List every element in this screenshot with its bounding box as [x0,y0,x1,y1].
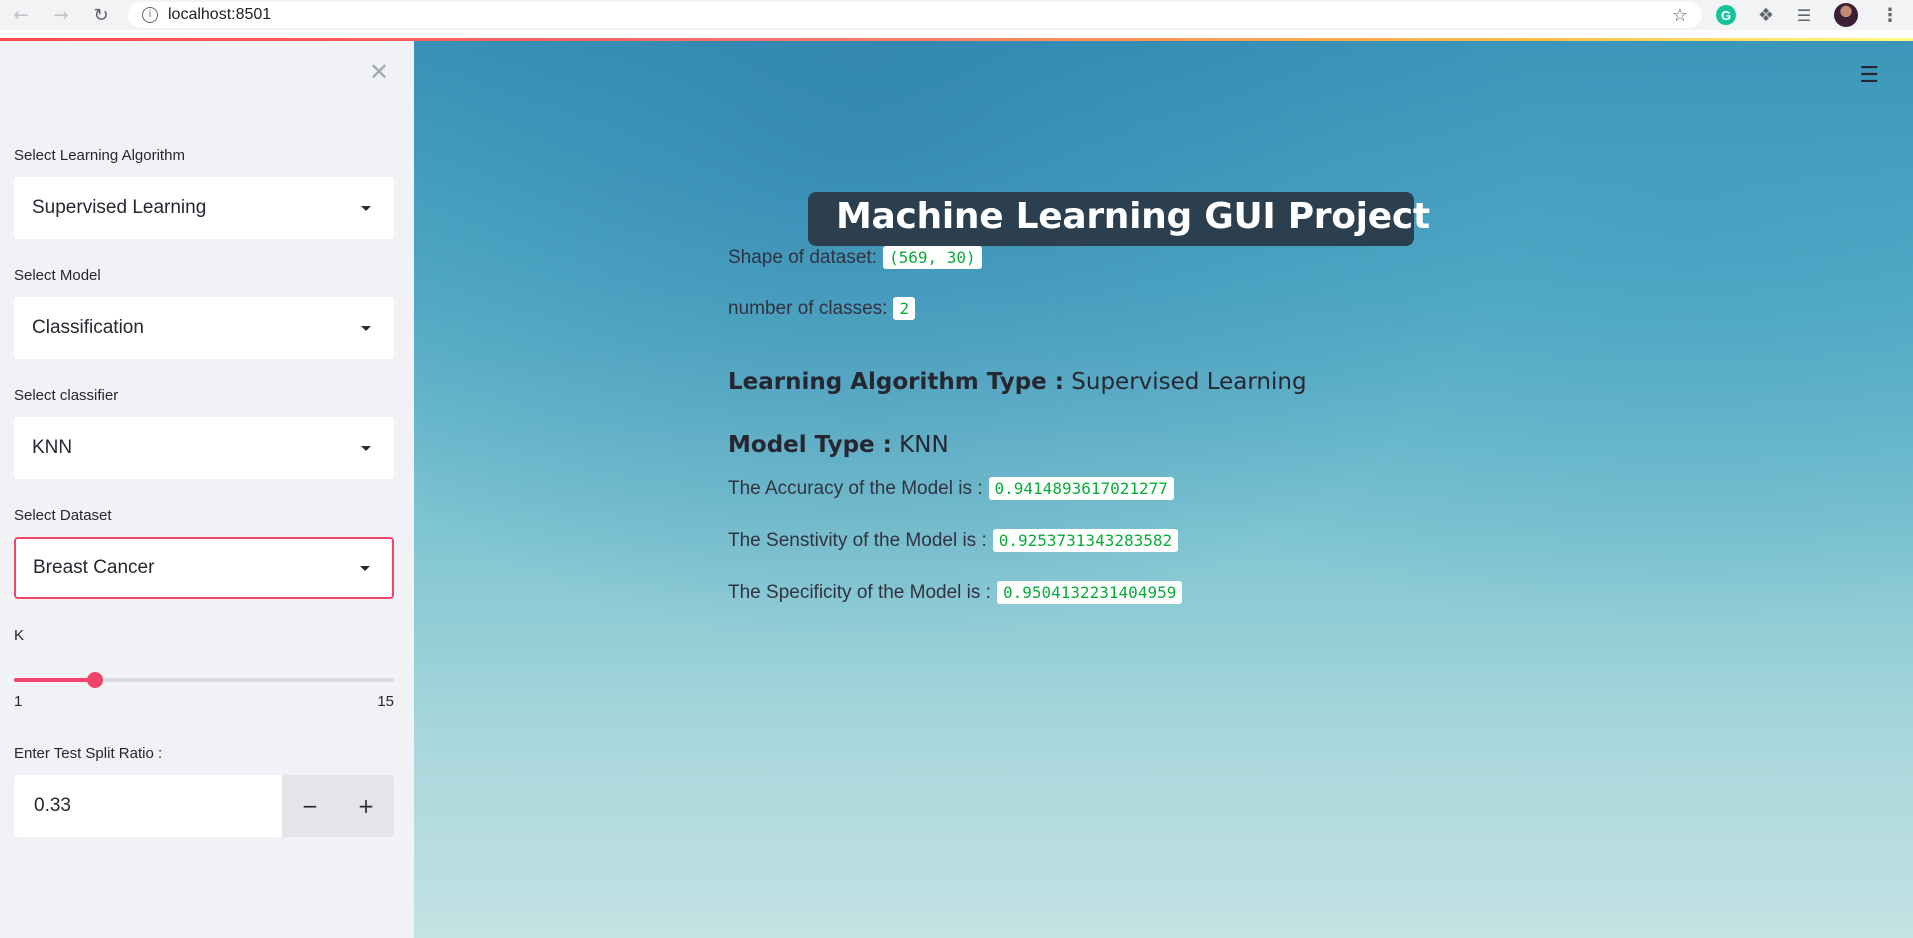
dataset-select-value: Breast Cancer [33,557,155,578]
classes-label: number of classes: [728,297,888,319]
classifier-label: Select classifier [14,387,119,404]
chevron-down-icon [361,206,371,211]
chevron-down-icon [361,326,371,331]
model-select-value: Classification [32,317,144,338]
chevron-down-icon [360,566,370,571]
algorithm-heading-label: Learning Algorithm Type : [728,369,1064,395]
star-icon[interactable]: ☆ [1672,5,1688,26]
test-split-input[interactable]: 0.33 − + [14,775,394,837]
browser-toolbar: ← → ↻ i localhost:8501 ☆ G ❖ ☰ ⋮ [0,0,1913,30]
shape-value: (569, 30) [882,246,982,269]
puzzle-icon[interactable]: ❖ [1754,3,1778,27]
shape-line: Shape of dataset: (569, 30) [728,246,982,269]
model-heading-value: KNN [891,432,949,458]
model-select[interactable]: Classification [14,297,394,359]
dataset-label: Select Dataset [14,507,112,524]
grammarly-icon[interactable]: G [1714,3,1738,27]
classifier-select[interactable]: KNN [14,417,394,479]
accuracy-label: The Accuracy of the Model is : [728,477,983,499]
model-heading: Model Type : KNN [728,432,949,458]
dataset-select[interactable]: Breast Cancer [14,537,394,599]
algorithm-label: Select Learning Algorithm [14,147,185,164]
sensitivity-value: 0.9253731343283582 [992,529,1179,552]
model-heading-label: Model Type : [728,432,892,458]
page-title: Machine Learning GUI Project [836,196,1430,237]
classes-value: 2 [893,297,916,320]
specificity-line: The Specificity of the Model is : 0.9504… [728,581,1183,604]
accuracy-value: 0.9414893617021277 [988,477,1174,500]
k-slider-handle[interactable] [87,672,104,688]
classifier-select-value: KNN [32,437,73,458]
increment-button[interactable]: + [338,775,394,837]
sensitivity-label: The Senstivity of the Model is : [728,529,987,551]
decrement-button[interactable]: − [282,775,338,837]
reload-icon[interactable]: ↻ [86,0,116,30]
algorithm-heading: Learning Algorithm Type : Supervised Lea… [728,369,1307,395]
chevron-down-icon [361,446,371,451]
hamburger-menu-icon[interactable]: ☰ [1859,63,1879,88]
close-icon[interactable]: ✕ [366,59,392,85]
profile-avatar[interactable] [1834,3,1858,27]
test-split-value[interactable]: 0.33 [34,795,71,817]
forward-icon[interactable]: → [46,0,76,30]
url-text[interactable]: localhost:8501 [168,6,271,24]
test-split-label: Enter Test Split Ratio : [14,745,163,762]
k-slider-min: 1 [14,693,23,710]
accuracy-line: The Accuracy of the Model is : 0.9414893… [728,477,1174,500]
algorithm-select-value: Supervised Learning [32,197,207,218]
algorithm-select[interactable]: Supervised Learning [14,177,394,239]
sensitivity-line: The Senstivity of the Model is : 0.92537… [728,529,1179,552]
k-slider[interactable] [14,672,394,688]
specificity-label: The Specificity of the Model is : [728,581,991,603]
k-slider-fill [14,678,96,682]
k-slider-label: K [14,627,25,644]
media-control-icon[interactable]: ☰ [1792,3,1816,27]
back-icon[interactable]: ← [6,0,36,30]
model-label: Select Model [14,267,101,284]
classes-line: number of classes: 2 [728,297,916,320]
address-bar[interactable]: i localhost:8501 ☆ [128,2,1702,28]
k-slider-max: 15 [377,693,394,710]
shape-label: Shape of dataset: [728,246,877,268]
specificity-value: 0.9504132231404959 [996,581,1183,604]
info-icon[interactable]: i [142,7,158,23]
title-banner: Machine Learning GUI Project [808,192,1430,246]
sidebar: ✕ Select Learning Algorithm Supervised L… [0,41,414,938]
algorithm-heading-value: Supervised Learning [1063,369,1307,395]
more-vert-icon[interactable]: ⋮ [1878,3,1902,27]
main-content: ☰ Machine Learning GUI Project Shape of … [414,41,1913,938]
